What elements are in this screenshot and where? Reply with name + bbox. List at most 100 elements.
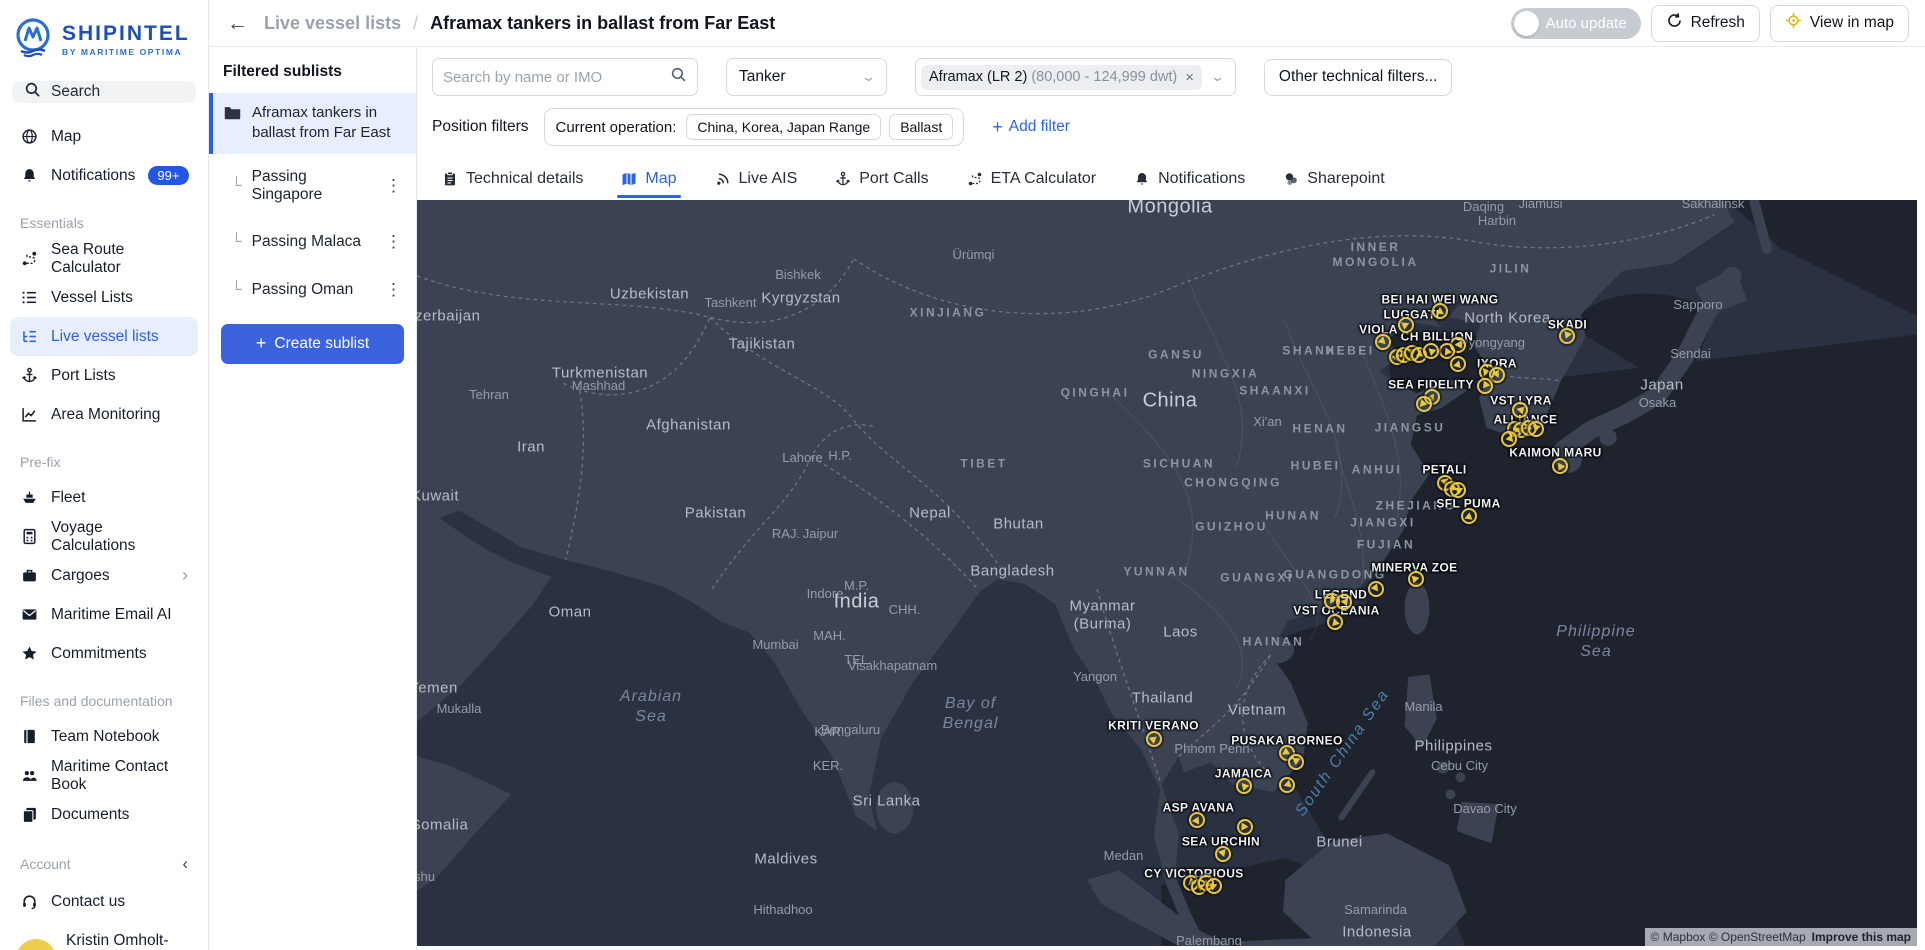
brand-logo-icon [12, 16, 54, 63]
add-filter-button[interactable]: + Add filter [992, 117, 1070, 138]
vessel-marker[interactable] [1205, 878, 1222, 895]
vessel-marker[interactable] [1279, 776, 1295, 793]
sidebar-item-team-notebook[interactable]: Team Notebook [10, 717, 198, 756]
vessel-marker[interactable] [1375, 333, 1391, 350]
view-in-map-button[interactable]: View in map [1769, 4, 1909, 42]
refresh-button[interactable]: Refresh [1650, 4, 1760, 42]
sidebar-item-label: Port Lists [51, 366, 116, 384]
vessel-marker[interactable] [1397, 316, 1414, 333]
search-icon [24, 81, 41, 103]
sidebar-item-area-monitoring[interactable]: Area Monitoring [10, 395, 198, 434]
create-sublist-button[interactable]: + Create sublist [221, 323, 404, 364]
sidebar-item-contact-us[interactable]: Contact us [10, 882, 198, 921]
vessel-marker[interactable] [1450, 482, 1466, 499]
sidebar-item-sea-route-calculator[interactable]: Sea Route Calculator [10, 239, 198, 278]
vessel-marker[interactable] [1189, 811, 1205, 828]
sidebar-item-port-lists[interactable]: Port Lists [10, 356, 198, 395]
sidebar-item-cargoes[interactable]: Cargoes › [10, 556, 198, 595]
vessel-marker[interactable] [1327, 614, 1343, 631]
tab-live-ais[interactable]: Live AIS [715, 170, 797, 198]
refresh-icon [1666, 12, 1683, 34]
breadcrumb-parent[interactable]: Live vessel lists [264, 13, 401, 34]
tab-map[interactable]: Map [617, 170, 681, 198]
vessel-marker[interactable] [1511, 402, 1528, 419]
vessel-marker[interactable] [1214, 846, 1231, 863]
more-options-icon[interactable]: ⋮ [381, 280, 406, 300]
auto-update-toggle[interactable]: Auto update [1510, 7, 1641, 39]
sidebar-item-maritime-email-ai[interactable]: Maritime Email AI [10, 595, 198, 634]
sidebar-item-label: Area Monitoring [51, 405, 161, 423]
sidebar-item-maritime-contact-book[interactable]: Maritime Contact Book [10, 756, 198, 795]
vessel-marker[interactable] [1551, 457, 1568, 474]
vessel-size-select[interactable]: Aframax (LR 2) (80,000 - 124,999 dwt) × … [915, 58, 1236, 96]
sidebar-item-notifications[interactable]: Notifications 99+ [10, 156, 198, 195]
sidebar-item-vessel-lists[interactable]: Vessel Lists [10, 278, 198, 317]
sublists-title: Filtered sublists [223, 63, 342, 80]
map-base-layer [417, 200, 1917, 946]
tab-label: Port Calls [859, 170, 929, 187]
collapse-sidebar-icon[interactable]: ‹ [182, 854, 188, 874]
vessel-marker[interactable] [1476, 377, 1493, 394]
sidebar-item-voyage-calculations[interactable]: Voyage Calculations [10, 517, 198, 556]
vessel-marker[interactable] [1415, 396, 1432, 413]
vessel-marker[interactable] [1367, 580, 1384, 597]
vessel-marker[interactable] [1237, 819, 1253, 836]
improve-map-link[interactable]: Improve this map [1812, 930, 1911, 944]
more-options-icon[interactable]: ⋮ [381, 176, 406, 196]
vessel-marker[interactable] [1450, 356, 1466, 373]
sublist-item-passing-singapore[interactable]: └ Passing Singapore ⋮ [209, 154, 416, 218]
tab-eta-calculator[interactable]: ETA Calculator [967, 170, 1096, 198]
sublist-item-label: Passing Malaca [251, 232, 362, 250]
toggle-knob [1513, 10, 1539, 36]
vessel-marker[interactable] [1288, 754, 1304, 771]
vessel-marker[interactable] [1235, 777, 1252, 794]
vessel-search-input[interactable] [443, 68, 662, 86]
attribution-text: © Mapbox © OpenStreetMap [1650, 930, 1806, 944]
tab-notifications[interactable]: Notifications [1134, 170, 1245, 198]
tab-technical-details[interactable]: Technical details [442, 170, 583, 198]
operation-chip-ballast[interactable]: Ballast [889, 114, 954, 140]
brand-tagline: BY MARITIME OPTIMA [62, 46, 183, 57]
sidebar-item-documents[interactable]: Documents [10, 795, 198, 834]
sublist-item-active[interactable]: Aframax tankers in ballast from Far East [209, 93, 416, 154]
vessel-marker[interactable] [1145, 731, 1162, 748]
folder-icon [223, 103, 242, 144]
contact-us-label: Contact us [51, 892, 126, 910]
back-arrow-icon[interactable]: ← [223, 11, 252, 36]
sidebar-item-map[interactable]: Map [10, 117, 198, 156]
vessel-marker[interactable] [1528, 421, 1544, 438]
other-technical-filters-button[interactable]: Other technical filters... [1263, 58, 1453, 96]
vessel-marker[interactable] [1423, 343, 1439, 360]
sidebar-search[interactable]: Search [12, 81, 196, 103]
sublist-item-passing-malaca[interactable]: └ Passing Malaca ⋮ [209, 218, 416, 266]
vessel-type-select[interactable]: Tanker ⌄ [726, 58, 887, 96]
more-options-icon[interactable]: ⋮ [381, 232, 406, 252]
tab-sharepoint[interactable]: Sharepoint [1283, 170, 1385, 198]
vessel-marker[interactable] [1501, 431, 1517, 448]
sidebar-item-fleet[interactable]: Fleet [10, 478, 198, 517]
sidebar-item-live-vessel-lists[interactable]: Live vessel lists [10, 317, 198, 356]
search-icon [670, 66, 687, 88]
close-icon[interactable]: × [1185, 69, 1194, 86]
vessel-marker[interactable] [1408, 570, 1424, 587]
map-canvas[interactable]: Mongolia China Japan North Korea Nepal Bhutan… [417, 200, 1917, 946]
plus-icon: + [992, 116, 1003, 137]
operation-chip-china-korea-japan-range[interactable]: China, Korea, Japan Range [686, 114, 882, 140]
sidebar-item-commitments[interactable]: Commitments [10, 634, 198, 673]
position-filters-row: Position filters Current operation: Chin… [417, 96, 1925, 146]
sublist-item-passing-oman[interactable]: └ Passing Oman ⋮ [209, 266, 416, 314]
vessel-marker[interactable] [1460, 507, 1477, 524]
avatar: KO [16, 938, 56, 950]
clipboard-icon [442, 171, 458, 187]
tab-label: Sharepoint [1307, 170, 1385, 187]
position-filters-label: Position filters [432, 118, 529, 135]
sublist-item-label: Passing Singapore [251, 167, 323, 203]
vessel-marker[interactable] [1336, 594, 1352, 611]
vessel-marker[interactable] [1431, 303, 1448, 320]
vessel-marker[interactable] [1559, 327, 1576, 344]
user-profile[interactable]: KO Kristin Omholt-Jensen DEMO TEAM [10, 921, 198, 950]
notification-badge: 99+ [148, 166, 189, 185]
vessel-search-field[interactable] [432, 58, 698, 96]
headset-icon [20, 893, 38, 911]
tab-port-calls[interactable]: Port Calls [835, 170, 929, 198]
